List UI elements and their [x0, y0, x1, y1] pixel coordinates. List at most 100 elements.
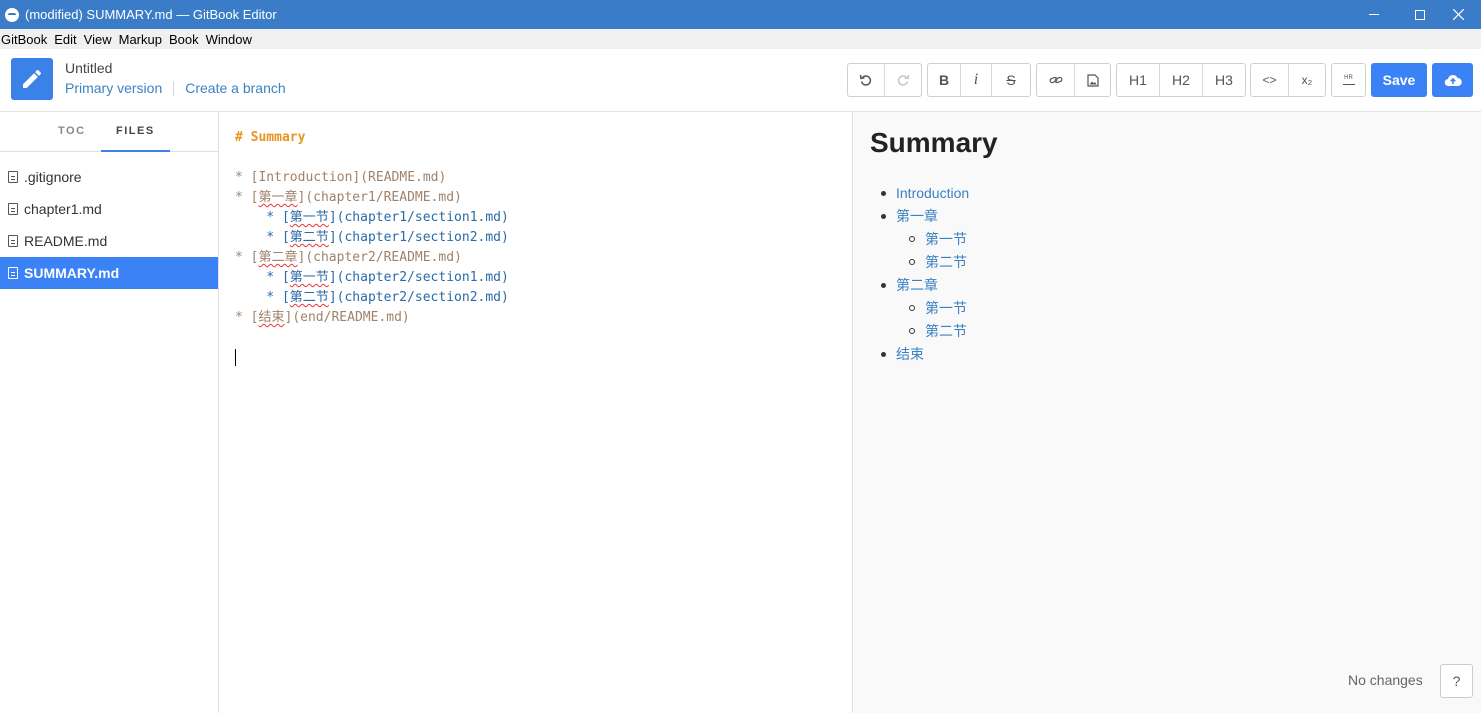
image-icon [1086, 73, 1099, 87]
menu-markup[interactable]: Markup [118, 32, 168, 47]
version-link[interactable]: Primary version [65, 80, 162, 96]
version-divider [173, 80, 175, 96]
status-text: No changes [1348, 672, 1423, 688]
hr-toolbar: HR [1331, 63, 1366, 97]
minimize-button[interactable] [1351, 0, 1397, 29]
file-sidebar: TOC FILES .gitignore chapter1.md README.… [0, 112, 219, 713]
hr-label: HR [1344, 75, 1353, 81]
code-group: <> x₂ [1250, 63, 1326, 97]
editor-token: * [ [235, 270, 290, 285]
editor-token: ](chapter2/README.md) [297, 250, 462, 265]
save-button[interactable]: Save [1371, 63, 1427, 97]
h3-button[interactable]: H3 [1203, 64, 1245, 96]
menu-view[interactable]: View [83, 32, 118, 47]
heading-group: H1 H2 H3 [1116, 63, 1246, 97]
tab-toc[interactable]: TOC [58, 125, 86, 137]
preview-link[interactable]: 第二节 [925, 252, 967, 272]
bullet-icon [909, 305, 915, 311]
file-name: SUMMARY.md [24, 265, 120, 281]
create-branch-link[interactable]: Create a branch [185, 80, 285, 96]
format-toolbar: B i S [927, 63, 1031, 97]
editor-token: Introduction [258, 170, 353, 185]
editor-token: ](chapter2/section1.md) [328, 270, 509, 285]
title-bar: (modified) SUMMARY.md — GitBook Editor [0, 0, 1481, 29]
preview-list-item: 第一章 [881, 206, 938, 226]
file-item-summary[interactable]: SUMMARY.md [0, 257, 218, 289]
menu-edit[interactable]: Edit [53, 32, 82, 47]
code-toolbar: <> x₂ [1250, 63, 1326, 97]
h2-button[interactable]: H2 [1160, 64, 1203, 96]
sidebar-tabs: TOC FILES [0, 112, 218, 152]
preview-list-item: 结束 [881, 344, 924, 364]
text-cursor [235, 349, 236, 366]
italic-button[interactable]: i [961, 64, 992, 96]
hr-group: HR [1331, 63, 1366, 97]
editor-token: * [ [235, 250, 259, 265]
bullet-icon [881, 351, 886, 357]
close-icon [1452, 9, 1464, 20]
file-icon [8, 267, 18, 279]
editor-token: ](chapter1/README.md) [297, 190, 462, 205]
preview-pane: Summary Introduction 第一章 第一节 第二节 第二章 第一节 第二节 结束… [854, 112, 1481, 713]
history-group [847, 63, 922, 97]
publish-button[interactable] [1432, 63, 1473, 97]
editor-token: ](chapter1/section1.md) [328, 210, 509, 225]
undo-icon [859, 74, 872, 86]
insert-group [1036, 63, 1111, 97]
book-title[interactable]: Untitled [65, 60, 112, 76]
bullet-icon [881, 213, 886, 219]
code-button[interactable]: <> [1251, 64, 1289, 96]
close-button[interactable] [1435, 0, 1481, 29]
bullet-icon [909, 259, 915, 265]
book-logo[interactable] [11, 58, 53, 100]
editor-token: * [ [235, 290, 290, 305]
redo-button[interactable] [885, 64, 921, 96]
editor-token: 第二节 [289, 290, 329, 305]
redo-icon [897, 74, 910, 86]
file-item-chapter1[interactable]: chapter1.md [0, 193, 218, 225]
editor-token: * [ [235, 310, 259, 325]
link-button[interactable] [1037, 64, 1075, 96]
preview-link[interactable]: 第一节 [925, 298, 967, 318]
editor-token: ](README.md) [352, 170, 447, 185]
editor-line: * [第一章](chapter1/README.md) [235, 188, 462, 208]
editor-line: * [第一节](chapter2/section1.md) [235, 268, 509, 288]
strikethrough-button[interactable]: S [992, 64, 1030, 96]
subscript-button[interactable]: x₂ [1289, 64, 1325, 96]
window-title: (modified) SUMMARY.md — GitBook Editor [25, 7, 277, 22]
undo-button[interactable] [848, 64, 885, 96]
h1-button[interactable]: H1 [1117, 64, 1160, 96]
file-name: .gitignore [24, 169, 82, 185]
bullet-icon [881, 190, 886, 196]
bold-button[interactable]: B [928, 64, 961, 96]
preview-link[interactable]: 第一节 [925, 229, 967, 249]
preview-link[interactable]: 第二节 [925, 321, 967, 341]
help-button[interactable]: ? [1440, 664, 1473, 698]
heading-toolbar: H1 H2 H3 [1116, 63, 1246, 97]
maximize-icon [1415, 9, 1425, 20]
markdown-editor[interactable]: # Summary * [Introduction](README.md) * [… [219, 112, 853, 713]
file-icon [8, 203, 18, 215]
editor-line: * [第二节](chapter2/section2.md) [235, 288, 509, 308]
file-item-gitignore[interactable]: .gitignore [0, 161, 218, 193]
link-icon [1048, 76, 1063, 84]
menu-window[interactable]: Window [205, 32, 258, 47]
preview-link[interactable]: 结束 [896, 344, 924, 364]
pencil-icon [23, 69, 42, 88]
image-button[interactable] [1075, 64, 1110, 96]
gitbook-app-icon [5, 7, 19, 22]
preview-link[interactable]: 第一章 [896, 206, 938, 226]
preview-link[interactable]: 第二章 [896, 275, 938, 295]
tab-files[interactable]: FILES [116, 125, 155, 137]
file-icon [8, 235, 18, 247]
file-name: chapter1.md [24, 201, 102, 217]
menu-gitbook[interactable]: GitBook [0, 32, 53, 47]
editor-token: 结束 [258, 310, 285, 325]
file-item-readme[interactable]: README.md [0, 225, 218, 257]
menu-book[interactable]: Book [168, 32, 205, 47]
format-group: B i S [927, 63, 1031, 97]
cloud-upload-icon [1444, 74, 1462, 87]
active-tab-indicator [101, 150, 170, 152]
horizontal-rule-button[interactable]: HR [1332, 64, 1365, 96]
preview-link[interactable]: Introduction [896, 185, 969, 201]
